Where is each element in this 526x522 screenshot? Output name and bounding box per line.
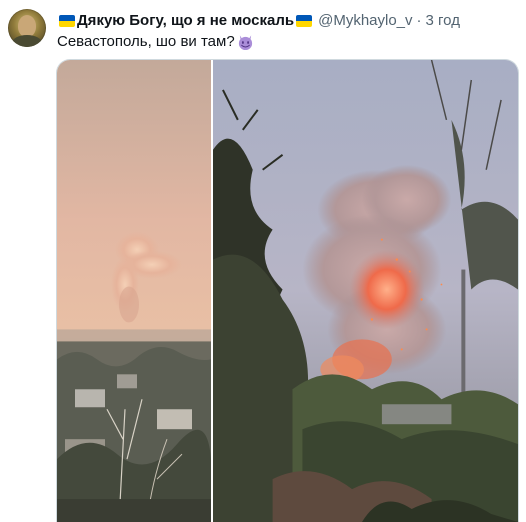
tweet-header: Дякую Богу, що я не москаль @Mykhaylo_v … xyxy=(57,11,460,31)
tweet-text: Севастополь, шо ви там? xyxy=(57,32,254,52)
user-handle[interactable]: @Mykhaylo_v xyxy=(318,11,412,31)
avatar-body xyxy=(12,35,42,47)
display-name[interactable]: Дякую Богу, що я не москаль xyxy=(77,11,294,31)
photo-distant-smoke-image xyxy=(57,60,211,522)
avatar-face xyxy=(18,15,36,37)
photo-explosion-image xyxy=(213,60,518,522)
ukraine-flag-icon xyxy=(59,15,75,27)
photo-distant-smoke[interactable] xyxy=(57,60,211,522)
tweet-text-content: Севастополь, шо ви там? xyxy=(57,33,235,50)
tweet-media[interactable] xyxy=(56,59,519,522)
dot-separator: · xyxy=(416,12,422,29)
ukraine-flag-icon xyxy=(296,15,313,27)
tweet[interactable]: Дякую Богу, що я не москаль @Mykhaylo_v … xyxy=(0,0,526,522)
photo-explosion[interactable] xyxy=(213,60,518,522)
timestamp[interactable]: 3 год xyxy=(426,11,460,31)
smiling-face-with-horns-icon xyxy=(238,34,252,50)
avatar[interactable] xyxy=(8,9,46,47)
